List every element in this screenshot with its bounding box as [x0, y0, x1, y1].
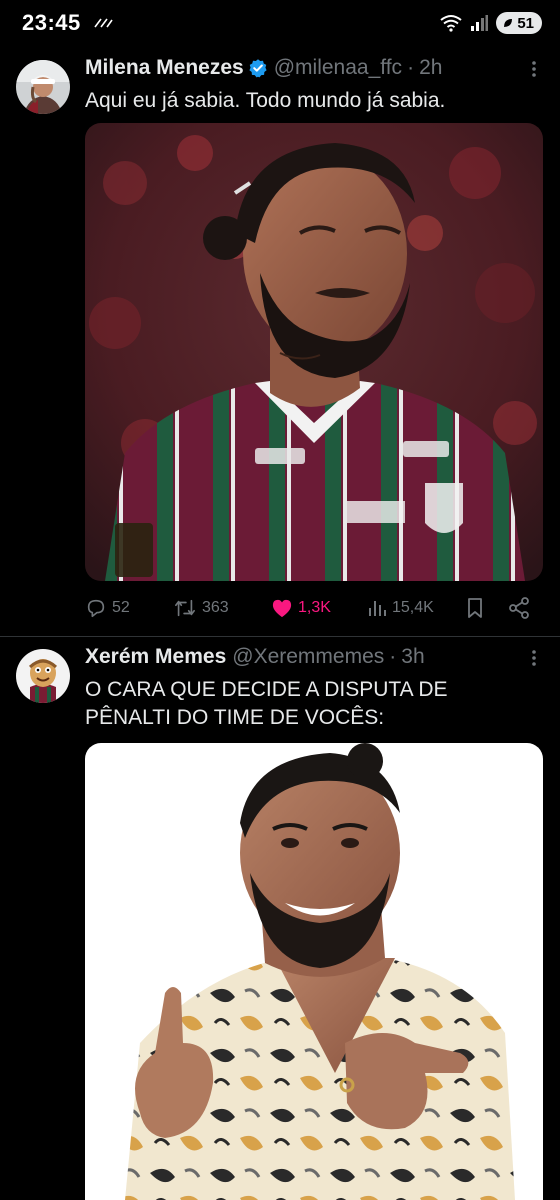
- separator: ·: [389, 645, 397, 668]
- separator: ·: [407, 56, 415, 79]
- bookmark-button[interactable]: [465, 597, 485, 619]
- tweet-age[interactable]: 3h: [401, 645, 424, 669]
- like-count: 1,3K: [298, 599, 331, 616]
- status-bar: 23:45 51: [0, 0, 560, 46]
- author-handle[interactable]: @milenaa_ffc: [274, 56, 402, 80]
- avatar[interactable]: [16, 60, 70, 114]
- share-icon: [509, 597, 529, 619]
- more-options-icon[interactable]: [524, 57, 544, 79]
- cell-signal-icon: [470, 14, 489, 32]
- author-name[interactable]: Xerém Memes: [85, 645, 226, 669]
- views-count: 15,4K: [392, 599, 434, 616]
- verified-badge-icon: [248, 58, 268, 78]
- tweet-header: Milena Menezes @milenaa_ffc · 2h: [85, 56, 544, 80]
- avatar[interactable]: [16, 649, 70, 703]
- tweet-milena[interactable]: Milena Menezes @milenaa_ffc · 2h Aqui eu…: [0, 46, 560, 636]
- signal-dots-icon: [93, 17, 113, 29]
- tweet-image-player[interactable]: [85, 123, 543, 581]
- tweet-text-line-1: O CARA QUE DECIDE A DISPUTA DE: [85, 678, 448, 701]
- battery-leaf-icon: [504, 19, 513, 27]
- battery-level: 51: [517, 14, 534, 32]
- retweet-icon: [175, 599, 195, 617]
- tweet-actions: 52 363 1,3K 15,4K: [85, 594, 544, 622]
- tweet-xerem-memes[interactable]: Xerém Memes @Xeremmemes · 3h O CARA QUE …: [0, 637, 560, 1200]
- tweet-text: Aqui eu já sabia. Todo mundo já sabia.: [85, 89, 446, 112]
- author-name[interactable]: Milena Menezes: [85, 56, 244, 80]
- bookmark-icon: [468, 598, 482, 618]
- retweet-button[interactable]: 363: [173, 597, 229, 619]
- retweet-count: 363: [202, 599, 229, 616]
- reply-count: 52: [112, 599, 130, 616]
- reply-icon: [87, 599, 105, 618]
- tweet-header: Xerém Memes @Xeremmemes · 3h: [85, 645, 544, 669]
- views-chart-icon: [369, 601, 386, 616]
- more-options-icon[interactable]: [524, 646, 544, 668]
- share-button[interactable]: [508, 597, 530, 619]
- views-button[interactable]: 15,4K: [367, 598, 434, 618]
- reply-button[interactable]: 52: [85, 597, 130, 619]
- tweet-image-meme[interactable]: [85, 743, 543, 1200]
- tweet-age[interactable]: 2h: [419, 56, 442, 80]
- status-time: 23:45: [22, 10, 81, 35]
- battery-indicator: 51: [496, 12, 542, 34]
- tweet-text-line-2: PÊNALTI DO TIME DE VOCÊS:: [85, 706, 385, 729]
- status-right: 51: [440, 12, 542, 34]
- author-handle[interactable]: @Xeremmemes: [232, 645, 384, 669]
- heart-filled-icon: [272, 599, 292, 618]
- tweet-text: O CARA QUE DECIDE A DISPUTA DE PÊNALTI D…: [85, 676, 544, 732]
- like-button[interactable]: 1,3K: [271, 598, 331, 618]
- wifi-icon: [440, 14, 462, 32]
